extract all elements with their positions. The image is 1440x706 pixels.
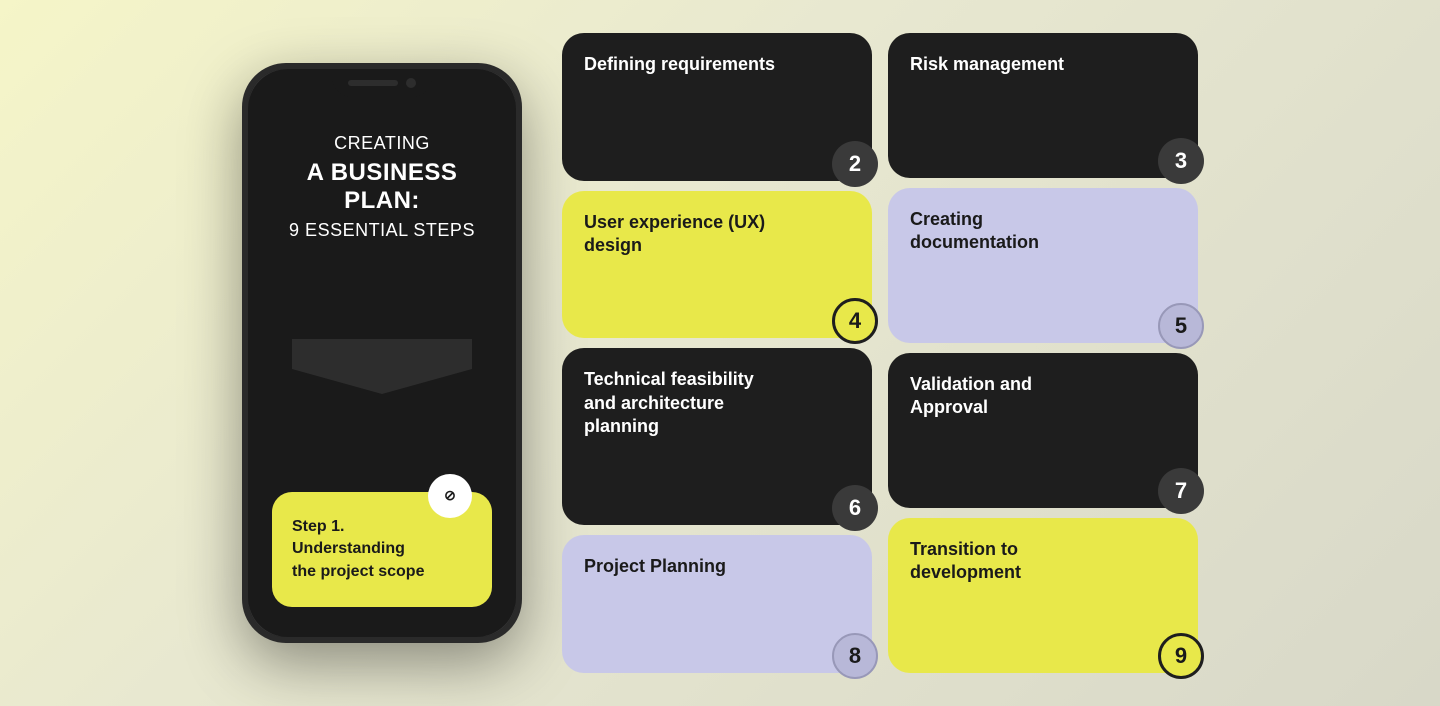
number-8: 8 [849, 643, 861, 669]
number-2: 2 [849, 151, 861, 177]
step-title-technical: Technical feasibility and architecture p… [584, 368, 784, 438]
step-card-validation[interactable]: Validation and Approval 7 [888, 353, 1198, 508]
number-4: 4 [849, 308, 861, 334]
number-5: 5 [1175, 313, 1187, 339]
step-title-ux: User experience (UX) design [584, 211, 784, 258]
phone-notch [332, 69, 432, 97]
step-number-6: 6 [832, 485, 878, 531]
steps-section: Defining requirements 2 User experience … [562, 33, 1198, 673]
card-step-text2: the project scope [292, 561, 472, 583]
phone-screen: CREATING A BUSINESS PLAN: 9 ESSENTIAL ST… [248, 69, 516, 637]
number-7: 7 [1175, 478, 1187, 504]
phone-title-line3: 9 ESSENTIAL STEPS [272, 220, 492, 242]
chevron-icon [292, 339, 472, 394]
step-number-5: 5 [1158, 303, 1204, 349]
step-number-3: 3 [1158, 138, 1204, 184]
notch-camera [406, 78, 416, 88]
card-step-text1: Understanding [292, 538, 472, 560]
step-card-technical[interactable]: Technical feasibility and architecture p… [562, 348, 872, 525]
step-title-validation: Validation and Approval [910, 373, 1110, 420]
chevron-decoration [272, 339, 492, 394]
step-number-7: 7 [1158, 468, 1204, 514]
brand-logo: ⊘ [428, 474, 472, 518]
page-container: CREATING A BUSINESS PLAN: 9 ESSENTIAL ST… [182, 0, 1258, 706]
step-card-ux[interactable]: User experience (UX) design 4 [562, 191, 872, 339]
step-title-defining: Defining requirements [584, 53, 775, 76]
phone-step-card: ⊘ Step 1. Understanding the project scop… [272, 492, 492, 607]
phone-frame: CREATING A BUSINESS PLAN: 9 ESSENTIAL ST… [242, 63, 522, 643]
step-card-transition[interactable]: Transition to development 9 [888, 518, 1198, 673]
phone-section: CREATING A BUSINESS PLAN: 9 ESSENTIAL ST… [242, 63, 522, 643]
step-title-transition: Transition to development [910, 538, 1110, 585]
phone-card-text: Step 1. Understanding the project scope [292, 516, 472, 583]
number-3: 3 [1175, 148, 1187, 174]
step-title-risk: Risk management [910, 53, 1064, 76]
notch-speaker [348, 80, 398, 86]
step-title-project: Project Planning [584, 555, 726, 578]
step-number-8: 8 [832, 633, 878, 679]
logo-symbol: ⊘ [444, 487, 456, 504]
card-step-label: Step 1. [292, 516, 472, 538]
step-card-project[interactable]: Project Planning 8 [562, 535, 872, 673]
step-number-2: 2 [832, 141, 878, 187]
step-number-9: 9 [1158, 633, 1204, 679]
step-card-defining[interactable]: Defining requirements 2 [562, 33, 872, 181]
phone-title-line1: CREATING [272, 133, 492, 155]
number-9: 9 [1175, 643, 1187, 669]
step-card-docs[interactable]: Creating documentation 5 [888, 188, 1198, 343]
phone-title-line2: A BUSINESS PLAN: [272, 159, 492, 217]
step-card-risk[interactable]: Risk management 3 [888, 33, 1198, 178]
steps-column-2: Risk management 3 Creating documentation… [888, 33, 1198, 673]
step-number-4: 4 [832, 298, 878, 344]
number-6: 6 [849, 495, 861, 521]
phone-title: CREATING A BUSINESS PLAN: 9 ESSENTIAL ST… [272, 129, 492, 242]
steps-column-1: Defining requirements 2 User experience … [562, 33, 872, 673]
step-title-docs: Creating documentation [910, 208, 1110, 255]
